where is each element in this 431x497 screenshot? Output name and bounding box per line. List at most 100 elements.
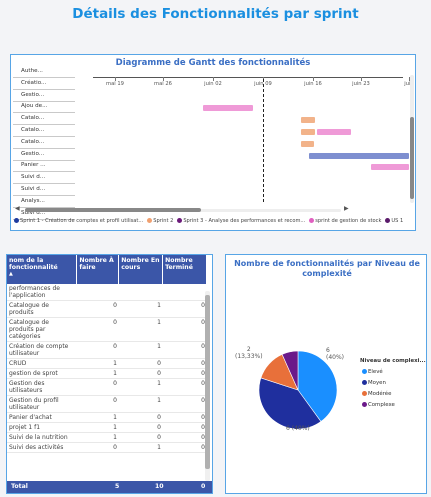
- gantt-legend: Sprint 1 - Création de comptes et profil…: [14, 218, 414, 228]
- col-header-done[interactable]: Nombre Terminé: [162, 255, 207, 284]
- gantt-bar[interactable]: [371, 164, 409, 171]
- gantt-row-line: [13, 112, 75, 114]
- total-done: 0: [201, 483, 206, 490]
- cell-count: 1: [77, 422, 119, 433]
- cell-feature-name: projet 1 f1: [7, 422, 77, 433]
- cell-count: 0: [163, 395, 207, 413]
- gantt-bar[interactable]: [309, 152, 409, 159]
- gantt-row-line: [13, 100, 75, 102]
- gantt-legend-item[interactable]: Sprint 2: [147, 218, 173, 224]
- table-row[interactable]: Gestion des utilisateurs 0 1 0: [7, 378, 207, 396]
- scroll-left-icon[interactable]: ◀: [15, 205, 20, 212]
- cell-feature-name: Panier d'achat: [7, 412, 77, 423]
- gantt-bar[interactable]: [301, 129, 315, 135]
- table-body[interactable]: performances de l'application Catalogue d…: [7, 284, 207, 482]
- legend-dot: [14, 218, 19, 223]
- legend-item-eleve[interactable]: Elevé: [362, 369, 383, 375]
- gantt-tick-label: mai 19: [106, 81, 124, 87]
- gantt-legend-item[interactable]: Sprint 3 - Analyse des performances et r…: [177, 218, 305, 224]
- table-row[interactable]: projet 1 f1 1 0 0: [7, 422, 207, 433]
- table-row[interactable]: Catalogue de produits 0 1 0: [7, 300, 207, 318]
- cell-count: 0: [77, 395, 119, 413]
- gantt-legend-item[interactable]: sprint de gestion de stock: [309, 218, 381, 224]
- legend-dot: [309, 218, 315, 223]
- legend-label: sprint de gestion de stock: [315, 218, 382, 224]
- legend-dot-complexe: [362, 402, 367, 407]
- total-inprogress: 10: [155, 483, 164, 490]
- gantt-row-label: Suivi d...: [21, 186, 46, 192]
- cell-count: 0: [77, 378, 119, 396]
- gantt-title: Diagramme de Gantt des fonctionnalités: [115, 58, 311, 68]
- table-scroll-thumb[interactable]: [205, 295, 210, 469]
- gantt-tick-label: juin 02: [204, 81, 222, 87]
- gantt-axis: [93, 77, 403, 78]
- gantt-legend-item[interactable]: US 1: [385, 218, 403, 224]
- cell-count: 0: [163, 432, 207, 443]
- gantt-vertical-scroll-thumb[interactable]: [410, 117, 414, 199]
- cell-feature-name: Gestion des utilisateurs: [7, 378, 77, 396]
- table-row[interactable]: performances de l'application: [7, 284, 207, 301]
- cell-count: 0: [77, 442, 119, 453]
- gantt-row-label: Catalo...: [21, 138, 45, 145]
- cell-count: 0: [163, 341, 207, 359]
- table-row[interactable]: CRUD 1 0 0: [7, 358, 207, 369]
- gantt-row-label: Catalo...: [21, 115, 45, 122]
- gantt-row-label: Ajou de...: [21, 103, 48, 110]
- cell-count: 0: [163, 442, 207, 453]
- gantt-chart-card[interactable]: Diagramme de Gantt des fonctionnalités A…: [10, 54, 416, 231]
- gantt-row-line: [13, 171, 75, 173]
- legend-dot-moyen: [362, 380, 367, 385]
- cell-feature-name: Catalogue de produits: [7, 300, 77, 318]
- gantt-row-label: Gestio...: [21, 150, 45, 157]
- table-row[interactable]: Panier d'achat 1 0 0: [7, 412, 207, 423]
- legend-dot: [147, 218, 153, 223]
- table-row[interactable]: Suivi de la nutrition 1 0 0: [7, 432, 207, 443]
- gantt-bar[interactable]: [203, 105, 253, 112]
- pie-chart[interactable]: [226, 255, 428, 495]
- table-row[interactable]: Gestion du profil utilisateur 0 1 0: [7, 395, 207, 413]
- cell-count: 0: [119, 368, 163, 379]
- pie-label-moderee: 2 (13,33%): [235, 346, 263, 360]
- cell-count: 1: [119, 317, 163, 342]
- legend-item-complexe[interactable]: Complexe: [362, 402, 395, 408]
- legend-label: US 1: [391, 218, 404, 224]
- total-todo: 5: [115, 483, 120, 490]
- col-header-inprogress[interactable]: Nombre En cours: [118, 255, 164, 284]
- cell-count: 1: [119, 341, 163, 359]
- gantt-tick-label: juin 23: [352, 81, 370, 87]
- legend-item-moyen[interactable]: Moyen: [362, 380, 386, 386]
- gantt-row-line: [13, 147, 75, 149]
- today-marker: [263, 79, 264, 202]
- cell-feature-name: performances de l'application: [7, 284, 77, 301]
- legend-dot: [177, 218, 183, 223]
- gantt-row-line: [13, 77, 75, 78]
- legend-label: Sprint 2: [153, 218, 174, 224]
- table-row[interactable]: Catalogue de produits par catégories 0 1 0: [7, 317, 207, 342]
- features-table-card[interactable]: nom de la fonctionnalité ▲ Nombre À fair…: [6, 254, 213, 494]
- col-header-todo[interactable]: Nombre À faire: [76, 255, 120, 284]
- complexity-pie-card[interactable]: Nombre de fonctionnalités par Niveau de …: [225, 254, 427, 494]
- gantt-horizontal-scroll-thumb[interactable]: [25, 208, 201, 212]
- gantt-bar[interactable]: [301, 117, 315, 124]
- sort-icon[interactable]: ▲: [9, 271, 74, 278]
- cell-count: [163, 284, 207, 301]
- gantt-row-line: [13, 124, 75, 126]
- legend-dot-eleve: [362, 369, 367, 374]
- scroll-right-icon[interactable]: ▶: [344, 205, 349, 212]
- cell-feature-name: gestion de sprot: [7, 368, 77, 379]
- cell-count: 0: [163, 368, 207, 379]
- table-row[interactable]: Création de compte utilisateur 0 1 0: [7, 341, 207, 359]
- cell-count: 0: [163, 317, 207, 342]
- table-total-row: Total 5 10 0: [7, 481, 212, 493]
- cell-count: 1: [119, 300, 163, 318]
- gantt-bar[interactable]: [301, 140, 314, 147]
- table-row[interactable]: gestion de sprot 1 0 0: [7, 368, 207, 379]
- legend-item-moderee[interactable]: Modérée: [362, 391, 391, 397]
- gantt-bar[interactable]: [317, 129, 351, 135]
- gantt-legend-item[interactable]: Sprint 1 - Création de comptes et profil…: [14, 218, 143, 224]
- legend-dot: [385, 218, 391, 223]
- gantt-row-line: [13, 195, 75, 196]
- col-header-name[interactable]: nom de la fonctionnalité ▲: [7, 255, 78, 284]
- cell-feature-name: Création de compte utilisateur: [7, 341, 77, 359]
- table-row[interactable]: Suivi des activités 0 1 0: [7, 442, 207, 453]
